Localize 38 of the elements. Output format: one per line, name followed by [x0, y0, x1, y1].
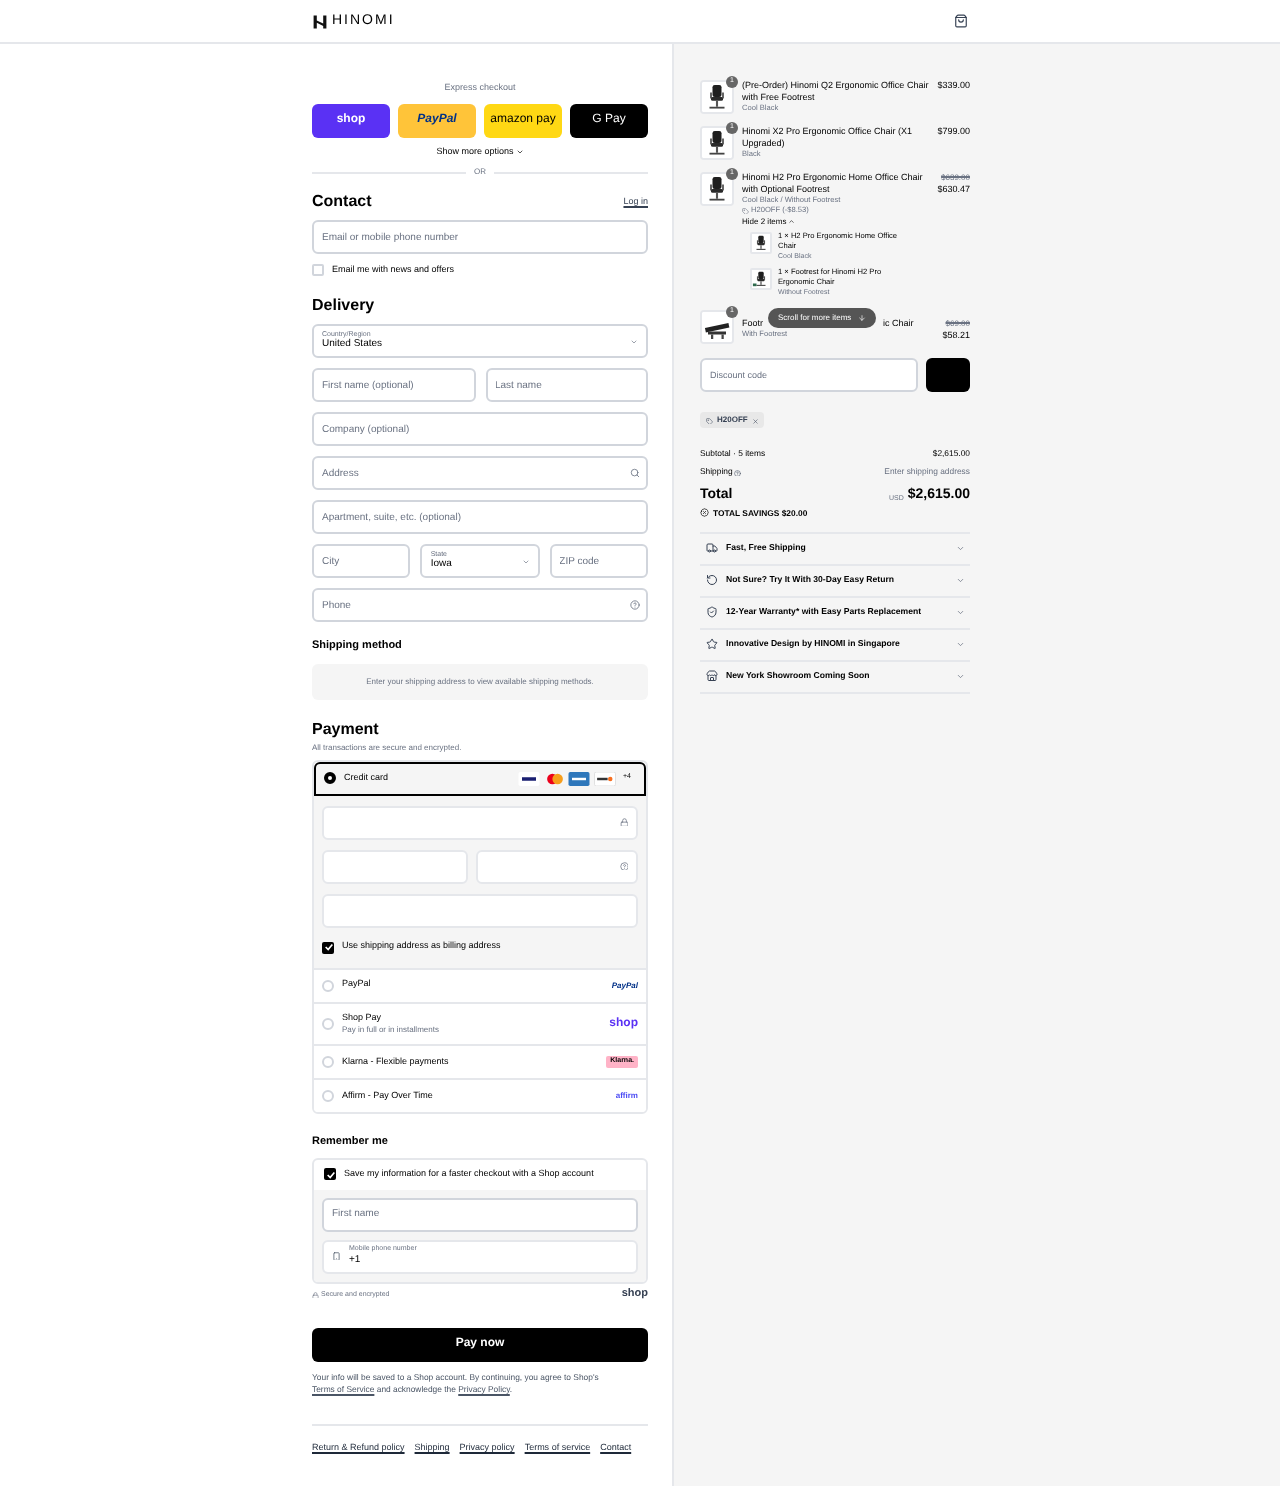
card-logo-icon	[593, 771, 615, 785]
store-icon	[706, 670, 718, 683]
chevron-icon	[955, 544, 964, 554]
help-icon	[630, 600, 640, 610]
return-icon	[706, 574, 718, 587]
chevron-icon	[955, 640, 964, 650]
expiry-field[interactable]	[322, 849, 468, 883]
tag-icon	[742, 207, 749, 215]
help-icon	[734, 469, 742, 477]
contact-heading: Contact	[312, 194, 372, 210]
card-logo-icon	[568, 771, 590, 785]
tag-icon	[706, 417, 713, 424]
chevron-icon	[788, 217, 796, 225]
lock-icon	[619, 817, 628, 827]
apply-discount-button[interactable]	[926, 358, 970, 392]
checkbox[interactable]	[312, 264, 324, 276]
chevron-icon	[955, 608, 964, 618]
chevron-icon	[955, 672, 964, 682]
phone-icon	[332, 1251, 341, 1261]
card-number-field[interactable]	[322, 805, 638, 839]
star-icon	[706, 638, 718, 651]
shield-icon	[706, 606, 718, 619]
card-logo-icon	[518, 771, 540, 785]
payment-heading: Payment	[312, 721, 381, 737]
lock-icon	[312, 1291, 319, 1298]
help-icon	[619, 861, 628, 871]
search-icon	[630, 468, 640, 478]
security-code-field[interactable]	[476, 849, 638, 883]
savings-icon	[700, 508, 709, 518]
truck-icon	[706, 542, 718, 555]
chevron-icon	[955, 576, 964, 586]
radio-button[interactable]	[324, 772, 336, 784]
arrow-down-icon	[857, 314, 866, 322]
name-on-card-field[interactable]	[322, 893, 638, 927]
delivery-heading: Delivery	[312, 298, 377, 314]
card-logo-icon	[543, 771, 565, 785]
cart-icon[interactable]	[954, 14, 968, 28]
logo-icon	[312, 13, 328, 29]
